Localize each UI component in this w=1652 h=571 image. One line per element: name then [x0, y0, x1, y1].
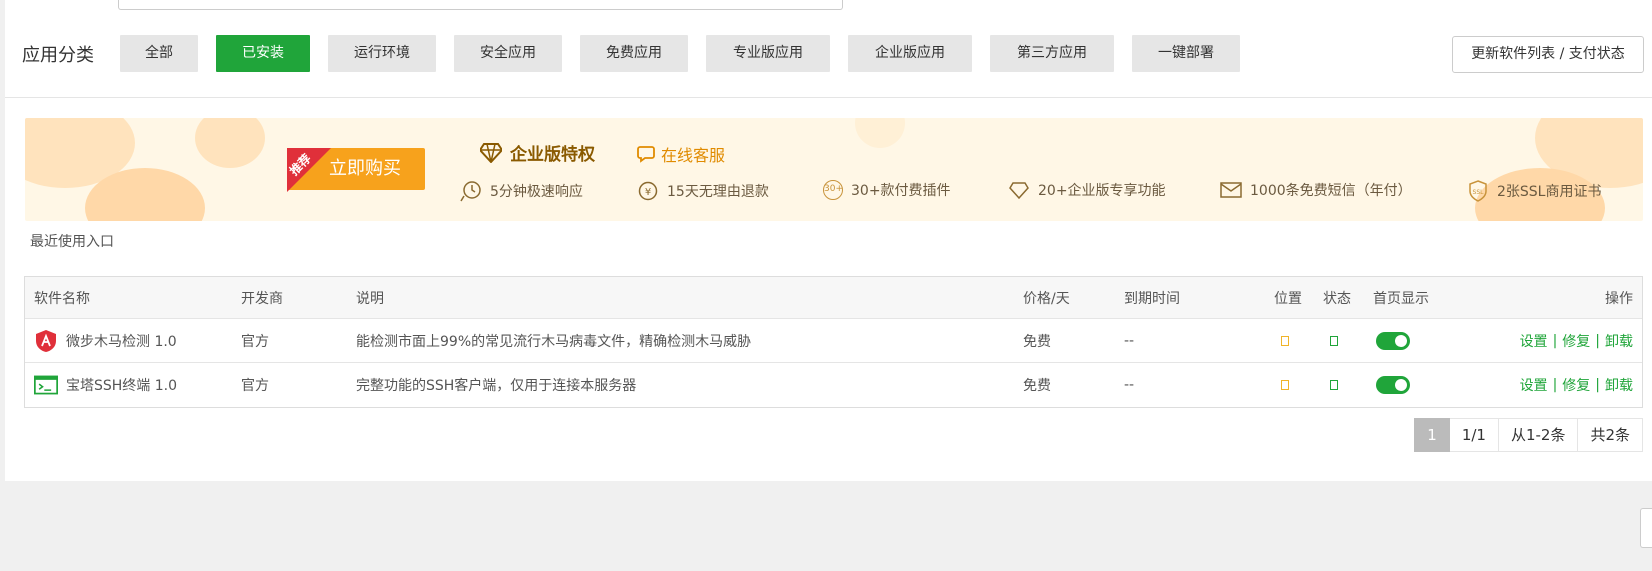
category-enterprise-button[interactable]: 企业版应用 [848, 35, 972, 72]
feature-item: 20+企业版专享功能 [1008, 180, 1166, 200]
header-price: 价格/天 [1023, 290, 1070, 307]
main-panel [5, 0, 1652, 481]
category-pro-button[interactable]: 专业版应用 [706, 35, 830, 72]
ops-separator: | [1595, 332, 1600, 349]
expire-cell: -- [1124, 377, 1135, 393]
page-current-button[interactable]: 1 [1414, 418, 1450, 452]
settings-link[interactable]: 设置 [1520, 375, 1548, 395]
desc-cell: 完整功能的SSH客户端，仅用于连接本服务器 [356, 378, 637, 394]
enterprise-title: 企业版特权 [480, 140, 595, 165]
online-service-label: 在线客服 [661, 146, 726, 165]
table-row: 宝塔SSH终端 1.0 官方 完整功能的SSH客户端，仅用于连接本服务器 免费 … [25, 363, 1642, 407]
diamond-icon [480, 142, 502, 163]
table-row: 微步木马检测 1.0 官方 能检测市面上99%的常见流行木马病毒文件，精确检测木… [25, 319, 1642, 363]
category-runtime-button[interactable]: 运行环境 [328, 35, 436, 72]
page-range: 从1-2条 [1498, 418, 1579, 452]
software-name[interactable]: 微步木马检测 1.0 [66, 331, 177, 351]
repair-link[interactable]: 修复 [1562, 331, 1590, 351]
header-position: 位置 [1274, 290, 1302, 307]
divider [5, 97, 1652, 98]
mail-icon [1220, 182, 1242, 198]
ops-separator: | [1595, 377, 1600, 393]
svg-text:SSL: SSL [1473, 189, 1485, 196]
header-name: 软件名称 [34, 290, 90, 307]
feature-label: 15天无理由退款 [667, 184, 769, 200]
terminal-icon [34, 373, 58, 397]
developer-cell: 官方 [241, 378, 269, 394]
folder-icon[interactable] [1281, 319, 1289, 362]
uninstall-link[interactable]: 卸载 [1605, 331, 1633, 351]
clock-icon [460, 181, 481, 202]
feature-item: ¥ 15天无理由退款 [637, 180, 769, 202]
enterprise-banner: 立即购买 推荐 企业版特权 在线客服 5分钟极速响应 ¥ 15天无理由退款 30… [25, 118, 1643, 221]
header-expire: 到期时间 [1124, 290, 1180, 307]
header-status: 状态 [1323, 290, 1351, 307]
expire-cell: -- [1124, 332, 1135, 349]
home-display-toggle[interactable] [1376, 363, 1410, 407]
table-header: 软件名称 开发商 说明 价格/天 到期时间 位置 状态 首页显示 操作 [25, 277, 1642, 319]
header-developer: 开发商 [241, 290, 283, 307]
feature-item: SSL 2张SSL商用证书 [1467, 180, 1601, 202]
feature-label: 5分钟极速响应 [490, 184, 583, 200]
status-icon[interactable] [1330, 319, 1338, 362]
feature-label: 20+企业版专享功能 [1038, 183, 1166, 199]
banner-decor [855, 118, 905, 148]
price-cell: 免费 [1023, 378, 1051, 394]
category-label: 应用分类 [22, 45, 94, 66]
side-float-tab[interactable] [1640, 508, 1652, 548]
refund-icon: ¥ [638, 181, 658, 201]
plugin-icon: 30+ [823, 180, 843, 200]
folder-icon[interactable] [1281, 363, 1289, 407]
uninstall-link[interactable]: 卸载 [1605, 375, 1633, 395]
header-home-display: 首页显示 [1373, 290, 1429, 307]
header-desc: 说明 [356, 290, 384, 307]
chat-icon [637, 146, 655, 163]
ops-cell: 设置 | 修复 | 卸载 [1520, 319, 1633, 362]
shield-icon [34, 329, 58, 353]
home-display-toggle[interactable] [1376, 319, 1410, 362]
category-security-button[interactable]: 安全应用 [454, 35, 562, 72]
banner-decor [195, 118, 265, 168]
software-name[interactable]: 宝塔SSH终端 1.0 [66, 375, 177, 395]
diamond-icon [1009, 182, 1029, 200]
status-icon[interactable] [1330, 363, 1338, 407]
software-name-cell: 微步木马检测 1.0 [34, 319, 177, 362]
header-ops: 操作 [1605, 290, 1633, 307]
feature-label: 30+款付费插件 [851, 183, 951, 199]
repair-link[interactable]: 修复 [1562, 375, 1590, 395]
category-thirdparty-button[interactable]: 第三方应用 [990, 35, 1114, 72]
feature-item: 5分钟极速响应 [460, 180, 583, 202]
search-input[interactable] [118, 0, 843, 10]
category-all-button[interactable]: 全部 [120, 35, 198, 72]
recent-entry-label: 最近使用入口 [30, 234, 114, 250]
feature-label: 1000条免费短信（年付） [1250, 183, 1412, 199]
enterprise-title-text: 企业版特权 [510, 145, 595, 165]
ops-separator: | [1552, 377, 1558, 393]
page-count: 1/1 [1449, 418, 1499, 452]
ops-separator: | [1552, 332, 1558, 349]
category-deploy-button[interactable]: 一键部署 [1132, 35, 1240, 72]
feature-label: 2张SSL商用证书 [1497, 184, 1602, 200]
software-table: 软件名称 开发商 说明 价格/天 到期时间 位置 状态 首页显示 操作 微步木马… [24, 276, 1643, 408]
svg-text:¥: ¥ [645, 187, 651, 198]
update-software-list-button[interactable]: 更新软件列表 / 支付状态 [1452, 36, 1644, 73]
category-free-button[interactable]: 免费应用 [580, 35, 688, 72]
feature-item: 1000条免费短信（年付） [1220, 180, 1412, 200]
settings-link[interactable]: 设置 [1520, 331, 1548, 351]
software-name-cell: 宝塔SSH终端 1.0 [34, 363, 177, 407]
feature-item: 30+ 30+款付费插件 [823, 180, 951, 200]
pagination: 1 1/1 从1-2条 共2条 [1414, 418, 1643, 452]
online-service-link[interactable]: 在线客服 [637, 142, 725, 166]
category-installed-button[interactable]: 已安装 [216, 35, 310, 72]
developer-cell: 官方 [241, 333, 269, 350]
page-total: 共2条 [1578, 418, 1643, 452]
desc-cell: 能检测市面上99%的常见流行木马病毒文件，精确检测木马威胁 [356, 333, 752, 350]
price-cell: 免费 [1023, 333, 1051, 350]
ssl-icon: SSL [1469, 180, 1487, 202]
ops-cell: 设置 | 修复 | 卸载 [1520, 363, 1633, 407]
